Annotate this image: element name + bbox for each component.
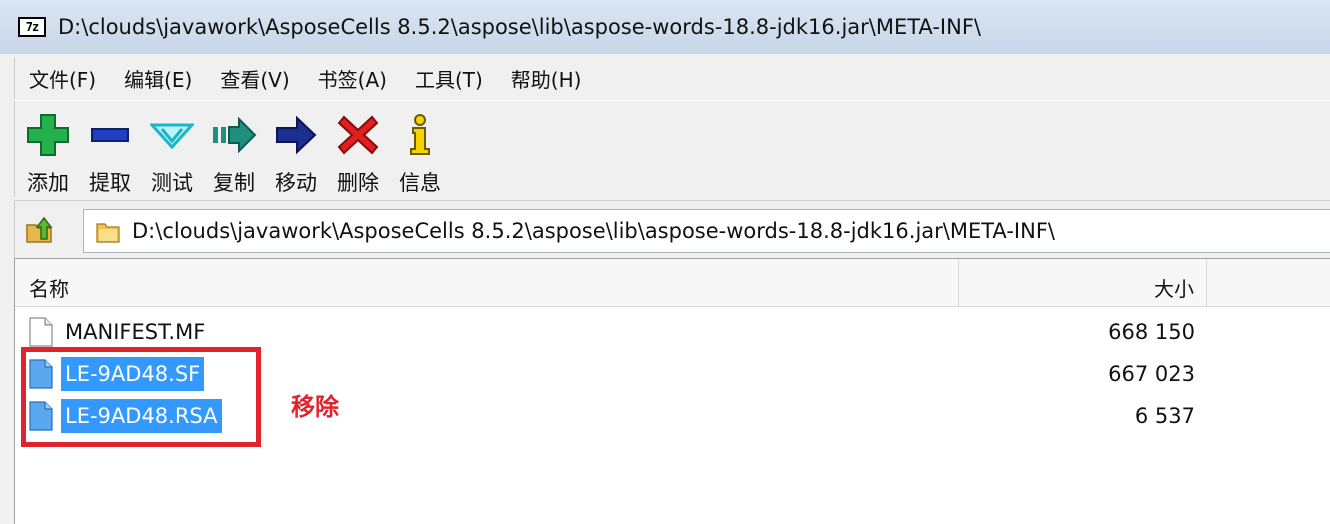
move-button[interactable]: 移动 (265, 109, 327, 195)
menu-file[interactable]: 文件(F) (15, 64, 110, 93)
copy-button[interactable]: 复制 (203, 109, 265, 195)
annotation-highlight-box (21, 347, 261, 447)
file-size: 667 023 (1108, 362, 1195, 386)
menu-tools[interactable]: 工具(T) (401, 64, 497, 93)
file-name: MANIFEST.MF (65, 320, 206, 344)
info-icon (410, 114, 430, 155)
delete-button-label: 删除 (337, 171, 379, 195)
address-path-text: D:\clouds\javawork\AsposeCells 8.5.2\asp… (132, 219, 1055, 243)
title-bar: 7z D:\clouds\javawork\AsposeCells 8.5.2\… (0, 0, 1330, 54)
annotation-remove-label: 移除 (291, 393, 339, 421)
column-header-size[interactable]: 大小 (959, 259, 1207, 307)
test-button-label: 测试 (151, 171, 193, 195)
file-icon (29, 317, 53, 347)
copy-icon (213, 116, 257, 154)
test-icon (150, 123, 194, 150)
menu-bar: 文件(F) 编辑(E) 查看(V) 书签(A) 工具(T) 帮助(H) (14, 58, 1330, 98)
menu-edit[interactable]: 编辑(E) (110, 64, 206, 93)
test-button[interactable]: 测试 (141, 109, 203, 195)
menu-help[interactable]: 帮助(H) (497, 64, 596, 93)
folder-icon (96, 223, 120, 243)
file-list: 名称 大小 MANIFEST.MF 668 150 LE-9AD48.SF 66… (14, 258, 1330, 524)
column-header-spacer (1207, 259, 1330, 307)
address-path-field[interactable]: D:\clouds\javawork\AsposeCells 8.5.2\asp… (83, 209, 1330, 253)
7zip-app-icon: 7z (18, 17, 46, 37)
add-button[interactable]: 添加 (17, 109, 79, 195)
extract-button[interactable]: 提取 (79, 109, 141, 195)
window-title: D:\clouds\javawork\AsposeCells 8.5.2\asp… (58, 15, 981, 39)
info-button[interactable]: 信息 (389, 109, 451, 195)
menu-bookmarks[interactable]: 书签(A) (304, 64, 401, 93)
menu-view[interactable]: 查看(V) (206, 64, 303, 93)
delete-icon (337, 115, 379, 155)
add-button-label: 添加 (27, 171, 69, 195)
move-icon (276, 115, 317, 155)
extract-button-label: 提取 (89, 171, 131, 195)
toolbar: 添加 提取 测试 复制 移动 删除 信息 (14, 100, 1330, 197)
up-folder-icon (26, 216, 53, 243)
file-size: 6 537 (1134, 404, 1195, 428)
column-header-name[interactable]: 名称 (15, 259, 959, 307)
add-icon (27, 114, 69, 156)
address-bar: D:\clouds\javawork\AsposeCells 8.5.2\asp… (14, 200, 1330, 257)
info-button-label: 信息 (399, 171, 441, 195)
file-size: 668 150 (1108, 320, 1195, 344)
extract-icon (91, 128, 129, 142)
up-folder-button[interactable] (25, 215, 55, 245)
app-window: 7z D:\clouds\javawork\AsposeCells 8.5.2\… (0, 0, 1330, 524)
delete-button[interactable]: 删除 (327, 109, 389, 195)
move-button-label: 移动 (275, 171, 317, 195)
copy-button-label: 复制 (213, 171, 255, 195)
